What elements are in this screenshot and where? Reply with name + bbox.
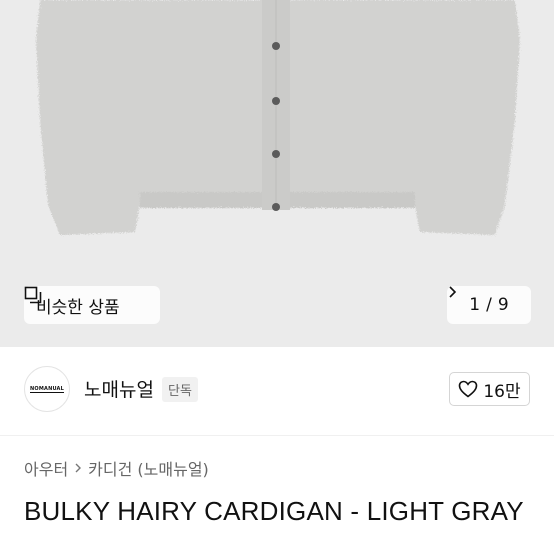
similar-products-label: 비슷한 상품 [36,297,120,318]
chevron-right-icon [75,463,82,473]
heart-icon [459,380,478,398]
like-button[interactable]: 16만 [449,372,530,406]
brand-name[interactable]: 노매뉴얼 [84,375,154,402]
copy-icon [24,286,42,304]
brand-logo[interactable]: NOMANUAL [24,366,70,412]
brand-row[interactable]: NOMANUAL 노매뉴얼 단독 16만 [0,347,554,435]
exclusive-badge: 단독 [162,377,198,402]
image-pager[interactable]: 1 / 9 [447,286,531,324]
breadcrumb-cardigan[interactable]: 카디건 (노매뉴얼) [88,456,209,480]
product-image-gallery[interactable]: 비슷한 상품 1 / 9 [0,0,554,347]
chevron-right-icon [449,286,457,298]
product-title: BULKY HAIRY CARDIGAN - LIGHT GRAY [24,496,524,526]
pager-separator: / [486,295,492,315]
brand-logo-text: NOMANUAL [29,385,65,393]
pager-total: 9 [497,295,509,315]
divider [0,435,554,436]
like-count: 16만 [483,381,521,402]
breadcrumb-outerwear[interactable]: 아우터 [24,456,68,480]
pager-current: 1 [469,295,481,315]
breadcrumb: 아우터 카디건 (노매뉴얼) [24,456,209,480]
similar-products-button[interactable]: 비슷한 상품 [24,286,160,324]
